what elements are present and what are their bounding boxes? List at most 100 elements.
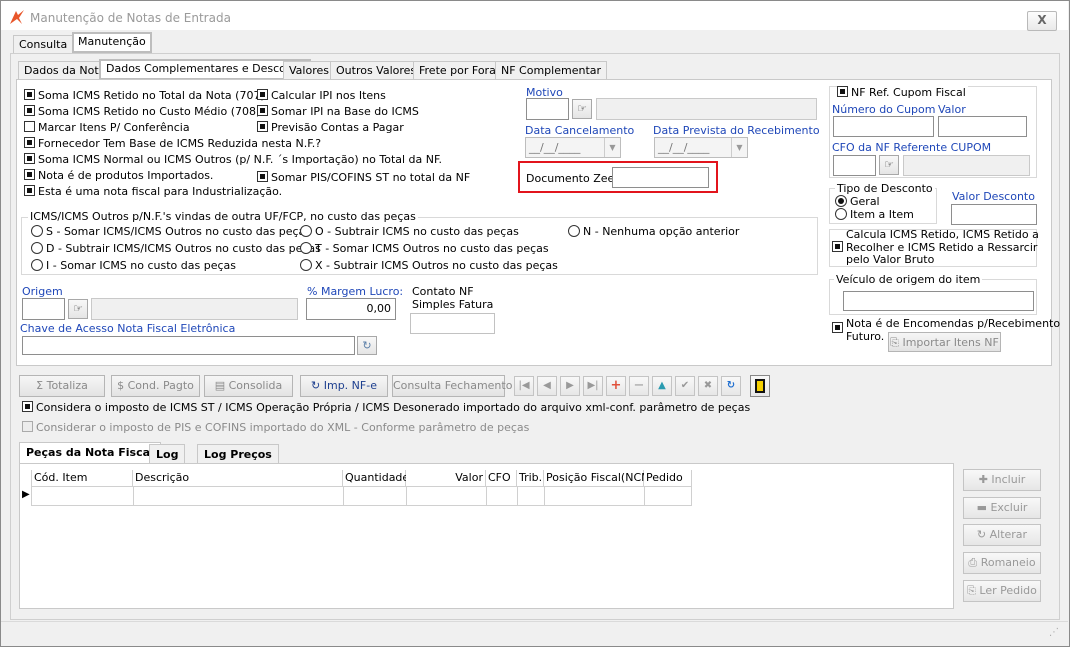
nav-delete-button[interactable]: − [629,376,649,396]
imp-nfe-button[interactable]: ↻ Imp. NF-e [300,375,388,397]
close-button[interactable]: X [1027,11,1057,31]
resize-grip-icon[interactable]: ⋰ [1049,627,1059,638]
radio-icms-x[interactable]: X - Subtrair ICMS Outros no custo das pe… [300,259,558,273]
check-calcular-ipi[interactable]: Calcular IPI nos Itens [257,89,419,103]
check-industrializacao[interactable]: Esta é uma nota fiscal para Industrializ… [24,185,442,199]
valor-desconto-input[interactable] [951,204,1037,225]
tab-pecas[interactable]: Peças da Nota Fiscal [19,442,161,464]
nav-last-button[interactable]: ▶| [583,376,603,396]
check-somar-ipi-base[interactable]: Somar IPI na Base do ICMS [257,105,419,119]
checkbox[interactable] [837,86,848,97]
radio[interactable] [568,225,580,237]
radio-icms-n[interactable]: N - Nenhuma opção anterior [568,225,739,239]
checkbox[interactable] [24,153,35,164]
check-fornecedor-base-reduzida[interactable]: Fornecedor Tem Base de ICMS Reduzida nes… [24,137,442,151]
radio[interactable] [31,259,43,271]
radio-desconto-item[interactable]: Item a Item [835,208,914,222]
nav-post-button[interactable]: ✔ [675,376,695,396]
totaliza-button[interactable]: Σ Totaliza [19,375,105,397]
radio-icms-o[interactable]: O - Subtrair ICMS no custo das peças [300,225,519,239]
tab-outros-valores[interactable]: Outros Valores [330,61,423,80]
grid-header-pedido[interactable]: Pedido [644,470,692,487]
check-somar-pis-cofins[interactable]: Somar PIS/COFINS ST no total da NF [257,171,470,185]
check-nf-ref-cupom[interactable]: NF Ref. Cupom Fiscal [837,86,968,100]
checkbox-encomendas[interactable] [832,322,843,333]
romaneio-button[interactable]: ⎙ Romaneio [963,552,1041,574]
tab-log[interactable]: Log [149,444,186,464]
checkbox[interactable] [24,89,35,100]
checkbox[interactable] [257,105,268,116]
documento-zeev-input[interactable] [612,167,709,188]
tab-valores[interactable]: Valores [283,61,335,80]
chave-input[interactable] [22,336,355,355]
radio-icms-t[interactable]: T - Somar ICMS Outros no custo das peças [300,242,549,256]
checkbox[interactable] [24,105,35,116]
grid-header-cfo[interactable]: CFO [486,470,517,487]
data-cancelamento-picker[interactable]: __/__/____ ▼ [525,137,621,158]
origem-lookup-button[interactable]: ☞ [68,299,88,319]
checkbox[interactable] [22,421,33,432]
cond-pagto-button[interactable]: $ Cond. Pagto [111,375,200,397]
radio[interactable] [835,195,847,207]
importar-itens-button[interactable]: ⎘ Importar Itens NF [888,332,1001,352]
check-considera-pis[interactable]: Considerar o imposto de PIS e COFINS imp… [22,421,529,435]
grid-header-quantidade[interactable]: Quantidade [343,470,409,487]
checkbox[interactable] [24,121,35,132]
radio-icms-d[interactable]: D - Subtrair ICMS/ICMS Outros no custo d… [31,242,321,256]
checkbox[interactable] [22,401,33,412]
ler-pedido-button[interactable]: ⎘ Ler Pedido [963,580,1041,602]
radio[interactable] [835,208,847,220]
cfo-ref-lookup-button[interactable]: ☞ [879,155,899,175]
checkbox[interactable] [24,169,35,180]
nav-prior-button[interactable]: ◀ [537,376,557,396]
tab-consulta[interactable]: Consulta [13,35,74,54]
chave-import-button[interactable]: ↻ [357,336,377,355]
incluir-button[interactable]: ✚ Incluir [963,469,1041,491]
tab-manutencao[interactable]: Manutenção [72,32,152,53]
margem-input[interactable]: 0,00 [306,298,396,320]
nav-refresh-button[interactable]: ↻ [721,376,741,396]
motivo-lookup-button[interactable]: ☞ [572,99,592,119]
consolida-button[interactable]: ▤ Consolida [204,375,293,397]
tab-dados-complementares[interactable]: Dados Complementares e Desconto [99,59,311,80]
origem-code-input[interactable] [22,298,65,320]
radio[interactable] [300,242,312,254]
radio-icms-i[interactable]: I - Somar ICMS no custo das peças [31,259,236,273]
check-considera-icms-st[interactable]: Considera o imposto de ICMS ST / ICMS Op… [22,401,750,415]
checkbox-calcula-icms[interactable] [832,241,843,252]
checkbox[interactable] [24,185,35,196]
exit-button[interactable] [750,375,770,397]
veiculo-input[interactable] [843,291,1034,311]
nav-first-button[interactable]: |◀ [514,376,534,396]
radio-icms-s[interactable]: S - Somar ICMS/ICMS Outros no custo das … [31,225,311,239]
data-prevista-picker[interactable]: __/__/____ ▼ [654,137,748,158]
grid-header-ncm[interactable]: Posição Fiscal(NCM) [544,470,655,487]
nav-edit-button[interactable]: ▲ [652,376,672,396]
tab-nf-complementar[interactable]: NF Complementar [495,61,608,80]
consulta-fechamento-button[interactable]: Consulta Fechamento [392,375,512,397]
grid-header-cod-item[interactable]: Cód. Item [32,470,133,487]
radio[interactable] [31,242,43,254]
check-soma-icms-normal[interactable]: Soma ICMS Normal ou ICMS Outros (p/ N.F.… [24,153,442,167]
nav-insert-button[interactable]: + [606,376,626,396]
contato-input[interactable] [410,313,495,334]
tab-frete[interactable]: Frete por Fora [413,61,502,80]
table-row[interactable] [32,487,692,506]
tab-dados-nota[interactable]: Dados da Nota [18,61,112,80]
check-previsao-contas[interactable]: Previsão Contas a Pagar [257,121,419,135]
grid-header-trib[interactable]: Trib. [517,470,544,487]
checkbox[interactable] [257,89,268,100]
excluir-button[interactable]: ▬ Excluir [963,497,1041,519]
grid-header-descricao[interactable]: Descrição [133,470,343,487]
motivo-code-input[interactable] [526,98,569,120]
valor-input[interactable] [938,116,1027,137]
alterar-button[interactable]: ↻ Alterar [963,524,1041,546]
nav-cancel-button[interactable]: ✖ [698,376,718,396]
cfo-ref-input[interactable] [833,155,876,176]
radio[interactable] [300,225,312,237]
checkbox[interactable] [257,171,268,182]
checkbox[interactable] [257,121,268,132]
radio[interactable] [31,225,43,237]
radio[interactable] [300,259,312,271]
tab-log-precos[interactable]: Log Preços [197,444,279,464]
